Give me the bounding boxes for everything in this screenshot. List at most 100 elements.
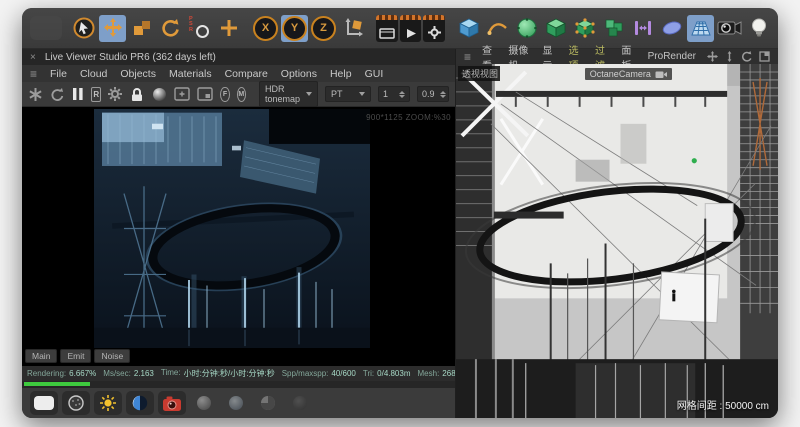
undo-icon[interactable] [30,16,62,40]
render-picture-viewer-button[interactable] [400,15,422,42]
kernel-dropdown[interactable]: PT [325,86,371,102]
menu-options[interactable]: Options [281,68,317,80]
cloner-array-icon[interactable] [600,15,627,42]
light-icon[interactable] [745,15,772,42]
tri-value: 0/4.803m [377,369,410,378]
maximize-view-icon[interactable] [759,51,770,62]
settings-gear-icon[interactable] [108,87,122,101]
psr-circle [196,25,209,38]
display-mode-icon[interactable] [30,391,58,415]
spline-pen-icon[interactable] [484,15,511,42]
live-selection-icon[interactable] [70,15,97,42]
screen: PSR X Y Z [0,0,800,427]
viewport-scene [456,64,778,418]
psr-tool-icon[interactable]: PSR [186,15,213,42]
render-region-add-icon[interactable] [174,87,190,101]
orbit-icon[interactable] [741,51,753,62]
main-toolbar: PSR X Y Z [22,8,778,49]
render-view-button[interactable] [376,15,398,42]
sun-light-icon[interactable] [94,391,122,415]
mssec-value: 2.163 [134,369,154,378]
floor-grid-icon[interactable] [687,15,714,42]
symmetry-icon[interactable] [629,15,656,42]
render-progress-bar [24,382,90,386]
cinema4d-window: PSR X Y Z [22,8,778,418]
render-view[interactable]: 900*1125 ZOOM:%30 Main Emit Noise [22,107,455,366]
vp-menu-prorender[interactable]: ProRender [648,51,696,62]
viewport-panel: ≡ 查看 摄像机 显示 选项 过滤 面板 ProRender [456,49,778,418]
workspace: × Live Viewer Studio PR6 (362 days left)… [22,49,778,418]
live-viewer-toolbar: R F M [22,82,455,107]
editable-mesh-icon[interactable] [571,15,598,42]
add-cube-icon[interactable] [455,15,482,42]
lock-resolution-icon[interactable] [129,87,145,102]
tab-main[interactable]: Main [25,349,57,363]
pin-material-icon[interactable]: M [237,87,246,102]
hamburger-icon[interactable]: ≡ [30,68,37,80]
move-tool-icon[interactable] [99,15,126,42]
texture-environment-icon[interactable] [62,391,90,415]
pause-icon[interactable] [72,87,84,101]
coordinate-system-icon[interactable] [339,15,366,42]
daylight-sphere-icon[interactable] [126,391,154,415]
menu-materials[interactable]: Materials [169,68,212,80]
hamburger-icon[interactable]: ≡ [464,51,471,63]
material-sphere-dark-icon[interactable] [286,391,314,415]
chevron-down-icon [359,92,365,96]
scale-tool-icon[interactable] [128,15,155,42]
render-resolution-label: 900*1125 ZOOM:%30 [366,113,451,122]
spp-value: 40/600 [331,369,355,378]
tab-noise[interactable]: Noise [94,349,130,363]
render-settings-button[interactable] [423,15,445,42]
render-status-bar: Rendering:6.667% Ms/sec:2.163 Time:小时:分钟… [22,366,455,381]
generator-cube-icon[interactable] [542,15,569,42]
pin-focus-icon[interactable]: F [220,87,229,102]
value2-stepper[interactable]: 0.9 [417,86,449,102]
octane-logo-icon[interactable] [28,87,43,102]
material-sphere-checker-icon[interactable] [254,391,282,415]
pan-icon[interactable] [707,51,718,62]
camera-name-badge[interactable]: OctaneCamera [585,68,672,80]
material-sphere-glossy-icon[interactable] [190,391,218,415]
viewport-menubar: ≡ 查看 摄像机 显示 选项 过滤 面板 ProRender [456,49,778,64]
axis-y-button[interactable]: Y [281,15,308,42]
floor-disc-icon[interactable] [658,15,685,42]
rendering-percent: 6.667% [69,369,96,378]
tab-emit[interactable]: Emit [60,349,91,363]
menu-file[interactable]: File [50,68,67,80]
time-value: 小时:分钟:秒/小时:分钟:秒 [184,368,275,379]
axis-z-button[interactable]: Z [310,15,337,42]
render-pass-tabs: Main Emit Noise [25,349,130,363]
value1-stepper[interactable]: 1 [378,86,410,102]
camera-badge-icon [655,70,667,79]
menu-compare[interactable]: Compare [225,68,268,80]
live-viewer-titlebar: × Live Viewer Studio PR6 (362 days left) [22,49,455,65]
material-sphere-specular-icon[interactable] [222,391,250,415]
octane-camera-icon[interactable] [158,391,186,415]
close-icon[interactable]: × [30,52,36,63]
add-axis-icon[interactable] [215,15,242,42]
view-name-badge: 透视视图 [458,66,500,81]
grid-spacing-label: 网格间距 : 50000 cm [677,397,769,412]
restart-render-icon[interactable] [50,87,65,102]
film-sphere-icon[interactable] [152,87,167,102]
octane-dock [22,388,455,418]
menu-objects[interactable]: Objects [120,68,156,80]
render-image [94,109,370,348]
viewport-3d-view[interactable]: 透视视图 OctaneCamera 网格间距 : 50000 cm [456,64,778,418]
subdivision-surface-icon[interactable] [513,15,540,42]
render-region-sub-icon[interactable] [197,87,213,101]
rotate-tool-icon[interactable] [157,15,184,42]
menu-cloud[interactable]: Cloud [80,68,107,80]
dolly-icon[interactable] [724,51,735,62]
region-render-button[interactable]: R [91,87,101,102]
stepper-arrows-icon [440,91,446,98]
menu-help[interactable]: Help [330,68,352,80]
live-viewer-title: Live Viewer Studio PR6 (362 days left) [45,52,216,63]
camera-icon[interactable] [716,15,743,42]
stepper-arrows-icon [399,91,405,98]
menu-gui[interactable]: GUI [365,68,384,80]
viewport-nav-controls [707,51,770,62]
tonemap-dropdown[interactable]: HDR tonemap [259,81,318,107]
axis-x-button[interactable]: X [252,15,279,42]
